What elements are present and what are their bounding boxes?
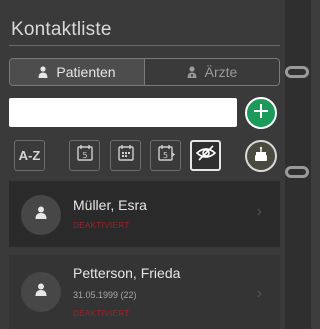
binder-ring	[285, 166, 309, 178]
filter-calendar-button[interactable]	[110, 140, 141, 171]
hide-icon	[195, 144, 216, 167]
contact-type-switch: Patienten Ärzte	[9, 58, 280, 86]
filter-recent-5-button[interactable]: 5	[69, 140, 100, 171]
title-divider	[9, 45, 280, 46]
calendar-5-icon: 5	[76, 144, 94, 167]
tab-label: Ärzte	[204, 64, 238, 80]
tab-aerzte[interactable]: Ärzte	[145, 59, 279, 85]
status-badge: DEAKTIVIERT	[73, 221, 130, 230]
filter-next-5-button[interactable]: 5	[150, 140, 181, 171]
contact-list: Müller, Esra DEAKTIVIERT › Petterson, Fr…	[9, 181, 280, 329]
svg-text:5: 5	[162, 151, 167, 160]
contact-name: Müller, Esra	[73, 197, 147, 213]
binder-strip	[285, 0, 311, 329]
contact-row[interactable]: Petterson, Frieda 31.05.1999 (22) DEAKTI…	[9, 255, 280, 329]
calendar-grid-icon	[117, 144, 135, 167]
sort-az-button[interactable]: A-Z	[14, 140, 45, 171]
birthday-button[interactable]	[245, 140, 277, 172]
binder-ring	[285, 66, 309, 78]
person-icon	[35, 283, 47, 301]
contact-list-panel: Kontaktliste Patienten Ärzte A-Z 5 5 Mül…	[0, 0, 285, 329]
sort-az-label: A-Z	[18, 148, 41, 163]
calendar-5-next-icon: 5	[157, 144, 175, 167]
status-badge: DEAKTIVIERT	[73, 309, 130, 318]
person-icon	[38, 66, 48, 78]
cake-icon	[253, 146, 269, 167]
person-icon	[35, 206, 47, 224]
chevron-right-icon: ›	[256, 203, 262, 220]
contact-row[interactable]: Müller, Esra DEAKTIVIERT ›	[9, 181, 280, 247]
add-contact-button[interactable]	[245, 97, 277, 129]
tab-label: Patienten	[56, 64, 116, 80]
toggle-hidden-button[interactable]	[190, 140, 221, 171]
contact-name: Petterson, Frieda	[73, 265, 181, 281]
avatar	[21, 195, 61, 235]
tab-patienten[interactable]: Patienten	[10, 59, 145, 85]
page-title: Kontaktliste	[11, 19, 112, 40]
plus-icon	[253, 103, 269, 124]
doctor-icon	[187, 66, 197, 78]
search-input[interactable]	[9, 98, 237, 127]
contact-birthdate: 31.05.1999 (22)	[73, 290, 137, 300]
avatar	[21, 272, 61, 312]
chevron-right-icon: ›	[256, 285, 262, 302]
svg-text:5: 5	[82, 151, 87, 160]
